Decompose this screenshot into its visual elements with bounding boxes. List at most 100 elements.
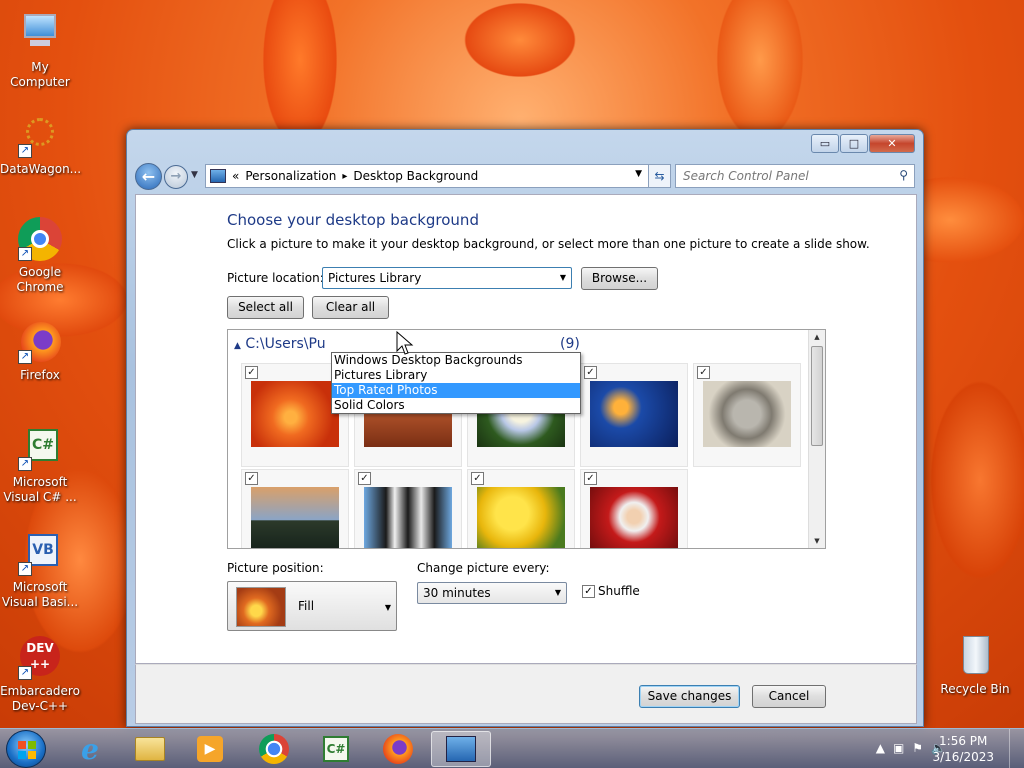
checkbox[interactable]: ✓ [471, 472, 484, 485]
desktop-icon-recycle-bin[interactable]: Recycle Bin [935, 632, 1015, 697]
picture-position-label: Picture position: [227, 561, 324, 575]
scroll-down-icon[interactable]: ▼ [809, 537, 825, 545]
lighthouse-image [251, 487, 339, 548]
taskbar-control-panel[interactable] [431, 731, 491, 767]
picture-location-label: Picture location: [227, 271, 324, 285]
scrollbar-thumb[interactable] [811, 346, 823, 446]
option-pictures-library[interactable]: Pictures Library [332, 368, 580, 383]
desktop-icon-google-chrome[interactable]: ↗ Google Chrome [0, 215, 80, 295]
action-center-flag-icon[interactable]: ⚑ [912, 741, 931, 755]
desktop-icon-label: Embarcadero Dev-C++ [0, 684, 80, 713]
gallery-item[interactable]: ✓ [580, 469, 688, 548]
refresh-button[interactable]: ⇆ [649, 164, 671, 188]
penguins-image [364, 487, 452, 548]
taskbar-google-chrome[interactable] [244, 731, 304, 767]
cancel-button[interactable]: Cancel [752, 685, 826, 708]
desktop-icon-my-computer[interactable]: My Computer [0, 10, 80, 90]
desktop-icon-label: My Computer [10, 60, 70, 89]
checkbox[interactable]: ✓ [584, 472, 597, 485]
show-desktop-button[interactable] [1009, 729, 1024, 768]
option-windows-desktop-backgrounds[interactable]: Windows Desktop Backgrounds [332, 353, 580, 368]
desktop-icon-label: Microsoft Visual Basi... [1, 580, 79, 609]
shuffle-checkbox[interactable]: ✓ [582, 585, 595, 598]
desktop-background-window: ▭ □ ✕ ← → ▼ « Personalization ▸ Desktop … [126, 129, 924, 727]
checkbox[interactable]: ✓ [245, 366, 258, 379]
picture-position-select[interactable]: Fill ▼ [227, 581, 397, 631]
koala-image [703, 381, 791, 447]
shortcut-arrow-icon: ↗ [18, 457, 32, 471]
breadcrumb-separator-icon[interactable]: ▸ [342, 171, 347, 182]
show-hidden-icons-icon[interactable]: ▲ [876, 741, 893, 755]
gallery-item[interactable]: ✓ [580, 363, 688, 467]
checkbox[interactable]: ✓ [358, 472, 371, 485]
breadcrumb-desktop-background[interactable]: Desktop Background [353, 169, 478, 183]
clear-all-button[interactable]: Clear all [312, 296, 389, 319]
maximize-button[interactable]: □ [840, 134, 868, 153]
browse-button[interactable]: Browse... [581, 267, 658, 290]
control-panel-icon [210, 169, 226, 183]
desktop-icon-label: Firefox [20, 368, 60, 382]
select-all-button[interactable]: Select all [227, 296, 304, 319]
breadcrumb-personalization[interactable]: Personalization [245, 169, 336, 183]
picture-location-value: Pictures Library [328, 271, 422, 285]
page-title: Choose your desktop background [227, 211, 479, 229]
taskbar-media-player[interactable]: ▶ [180, 731, 240, 767]
collapse-icon[interactable]: ▲ [234, 341, 241, 351]
control-panel-icon [446, 736, 476, 762]
back-button[interactable]: ← [135, 163, 162, 190]
start-button[interactable] [6, 730, 46, 768]
datawagon-icon: ↗ [16, 112, 64, 160]
gallery-item[interactable]: ✓ [693, 363, 801, 467]
shortcut-arrow-icon: ↗ [18, 144, 32, 158]
internet-explorer-icon: e [81, 732, 99, 766]
option-top-rated-photos[interactable]: Top Rated Photos [332, 383, 580, 398]
taskbar-firefox[interactable] [368, 731, 428, 767]
folder-icon [135, 737, 165, 761]
recent-pages-dropdown[interactable]: ▼ [191, 170, 198, 180]
search-input[interactable]: Search Control Panel ⚲ [675, 164, 915, 188]
checkbox[interactable]: ✓ [245, 472, 258, 485]
taskbar-visual-csharp[interactable]: C# [306, 731, 366, 767]
gallery-scrollbar[interactable]: ▲ ▼ [808, 330, 825, 548]
content-pane: Choose your desktop background Click a p… [135, 194, 917, 664]
checkbox[interactable]: ✓ [584, 366, 597, 379]
desktop-icon-visual-csharp[interactable]: C# ↗ Microsoft Visual C# ... [0, 425, 80, 505]
option-solid-colors[interactable]: Solid Colors [332, 398, 580, 413]
address-dropdown-icon[interactable]: ▼ [635, 169, 642, 179]
close-button[interactable]: ✕ [869, 134, 915, 153]
desktop-icon-firefox[interactable]: ↗ Firefox [0, 318, 80, 383]
scroll-up-icon[interactable]: ▲ [809, 333, 825, 341]
gallery-item[interactable]: ✓ [241, 469, 349, 548]
navigation-bar: ← → ▼ « Personalization ▸ Desktop Backgr… [135, 162, 915, 190]
desktop-icon-datawagon[interactable]: ↗ DataWagon... [0, 112, 81, 177]
checkbox[interactable]: ✓ [697, 366, 710, 379]
taskbar-internet-explorer[interactable]: e [60, 731, 120, 767]
window-controls: ▭ □ ✕ [811, 134, 915, 153]
desktop-icon-dev-cpp[interactable]: DEV ++ ↗ Embarcadero Dev-C++ [0, 634, 80, 714]
address-chevron[interactable]: « [232, 169, 239, 183]
gallery-item[interactable]: ✓ [354, 469, 462, 548]
search-icon[interactable]: ⚲ [899, 168, 908, 182]
picture-location-select[interactable]: Pictures Library ▼ [322, 267, 572, 289]
network-icon[interactable]: ▣ [893, 741, 912, 755]
address-bar[interactable]: « Personalization ▸ Desktop Background ▼ [205, 164, 649, 188]
desktop-icon-visual-basic[interactable]: VB ↗ Microsoft Visual Basi... [0, 530, 80, 610]
gallery-item[interactable]: ✓ [467, 469, 575, 548]
clock-time: 1:56 PM [939, 734, 988, 748]
save-changes-button[interactable]: Save changes [639, 685, 740, 708]
forward-button[interactable]: → [164, 165, 188, 189]
gallery-group-count: (9) [560, 336, 580, 352]
jellyfish-image [590, 381, 678, 447]
shortcut-arrow-icon: ↗ [18, 350, 32, 364]
visual-basic-icon: VB ↗ [16, 530, 64, 578]
santa-image [590, 487, 678, 548]
chrysanthemum-image [251, 381, 339, 447]
mouse-cursor-icon [396, 331, 414, 355]
taskbar-windows-explorer[interactable] [120, 731, 180, 767]
position-preview-image [236, 587, 286, 627]
clock[interactable]: 1:56 PM 3/16/2023 [932, 733, 994, 765]
change-picture-select[interactable]: 30 minutes ▼ [417, 582, 567, 604]
desktop-icon-label: Google Chrome [16, 265, 64, 294]
minimize-button[interactable]: ▭ [811, 134, 839, 153]
gallery-group-path: C:\Users\Pu [245, 336, 326, 352]
